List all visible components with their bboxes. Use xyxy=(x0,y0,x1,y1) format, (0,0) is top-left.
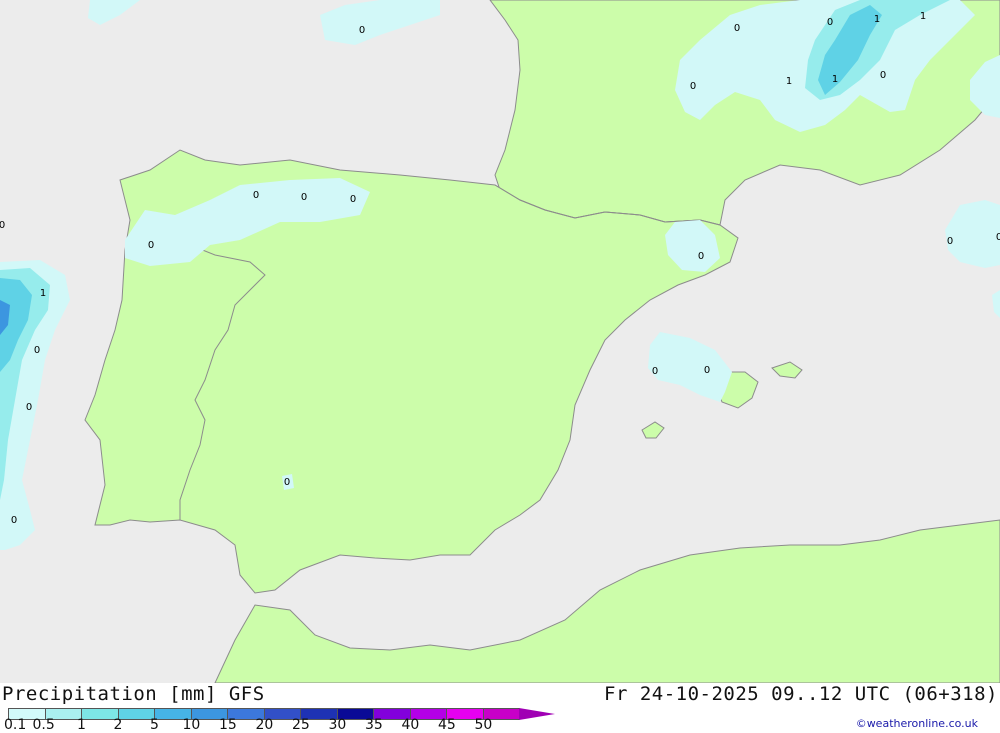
legend-tick-label: 35 xyxy=(365,717,383,733)
map-footer: Precipitation [mm] GFS Fr 24-10-2025 09.… xyxy=(0,683,1000,733)
legend-tick-label: 0.5 xyxy=(32,717,55,733)
precip-value-label: 0 xyxy=(690,81,696,92)
precip-value-label: 0 xyxy=(359,25,365,36)
precip-value-label: 0 xyxy=(704,365,710,376)
precip-value-label: 1 xyxy=(40,288,46,299)
legend-tick-label: 0.1 xyxy=(4,717,27,733)
forecast-datetime: Fr 24-10-2025 09..12 UTC (06+318) xyxy=(604,683,998,705)
legend-tick-label: 25 xyxy=(292,717,310,733)
precip-value-label: 0 xyxy=(301,192,307,203)
source-credit[interactable]: ©weatheronline.co.uk xyxy=(856,717,978,730)
precip-value-label: 0 xyxy=(350,194,356,205)
precip-value-label: 0 xyxy=(253,190,259,201)
map-title: Precipitation [mm] GFS xyxy=(2,683,265,705)
legend-tick-label: 2 xyxy=(113,717,123,733)
precip-value-label: 0 xyxy=(34,345,40,356)
legend-tick-label: 15 xyxy=(219,717,237,733)
legend-tick-label: 45 xyxy=(438,717,456,733)
precip-value-label: 1 xyxy=(920,11,926,22)
precip-value-label: 0 xyxy=(734,23,740,34)
precip-value-label: 0 xyxy=(698,251,704,262)
legend-tick-label: 1 xyxy=(77,717,86,733)
legend-tick-label: 30 xyxy=(328,717,347,733)
map-canvas: 0 0 0 1 1 0 1 1 0 0 0 0 0 0 0 0 0 0 0 0 … xyxy=(0,0,1000,683)
legend-swatch xyxy=(519,708,557,720)
precipitation-map: 0 0 0 1 1 0 1 1 0 0 0 0 0 0 0 0 0 0 0 0 … xyxy=(0,0,1000,683)
precip-value-label: 0 xyxy=(652,366,658,377)
precip-value-label: 0 xyxy=(0,220,5,231)
precip-value-label: 0 xyxy=(947,236,953,247)
precip-value-label: 0 xyxy=(26,402,32,413)
precip-value-label: 1 xyxy=(832,74,838,85)
precip-value-label: 1 xyxy=(874,14,880,25)
precip-value-label: 1 xyxy=(786,76,792,87)
legend-tick-label: 20 xyxy=(255,717,274,733)
precip-value-label: 0 xyxy=(11,515,17,526)
legend-tick-label: 40 xyxy=(401,717,420,733)
precip-value-label: 0 xyxy=(827,17,833,28)
precip-value-label: 0 xyxy=(996,232,1000,243)
legend-tick-label: 50 xyxy=(474,717,493,733)
precip-value-label: 0 xyxy=(284,477,290,488)
precip-value-label: 0 xyxy=(148,240,154,251)
precip-value-label: 0 xyxy=(880,70,886,81)
legend-tick-label: 5 xyxy=(150,717,159,733)
legend-tick-label: 10 xyxy=(182,717,201,733)
